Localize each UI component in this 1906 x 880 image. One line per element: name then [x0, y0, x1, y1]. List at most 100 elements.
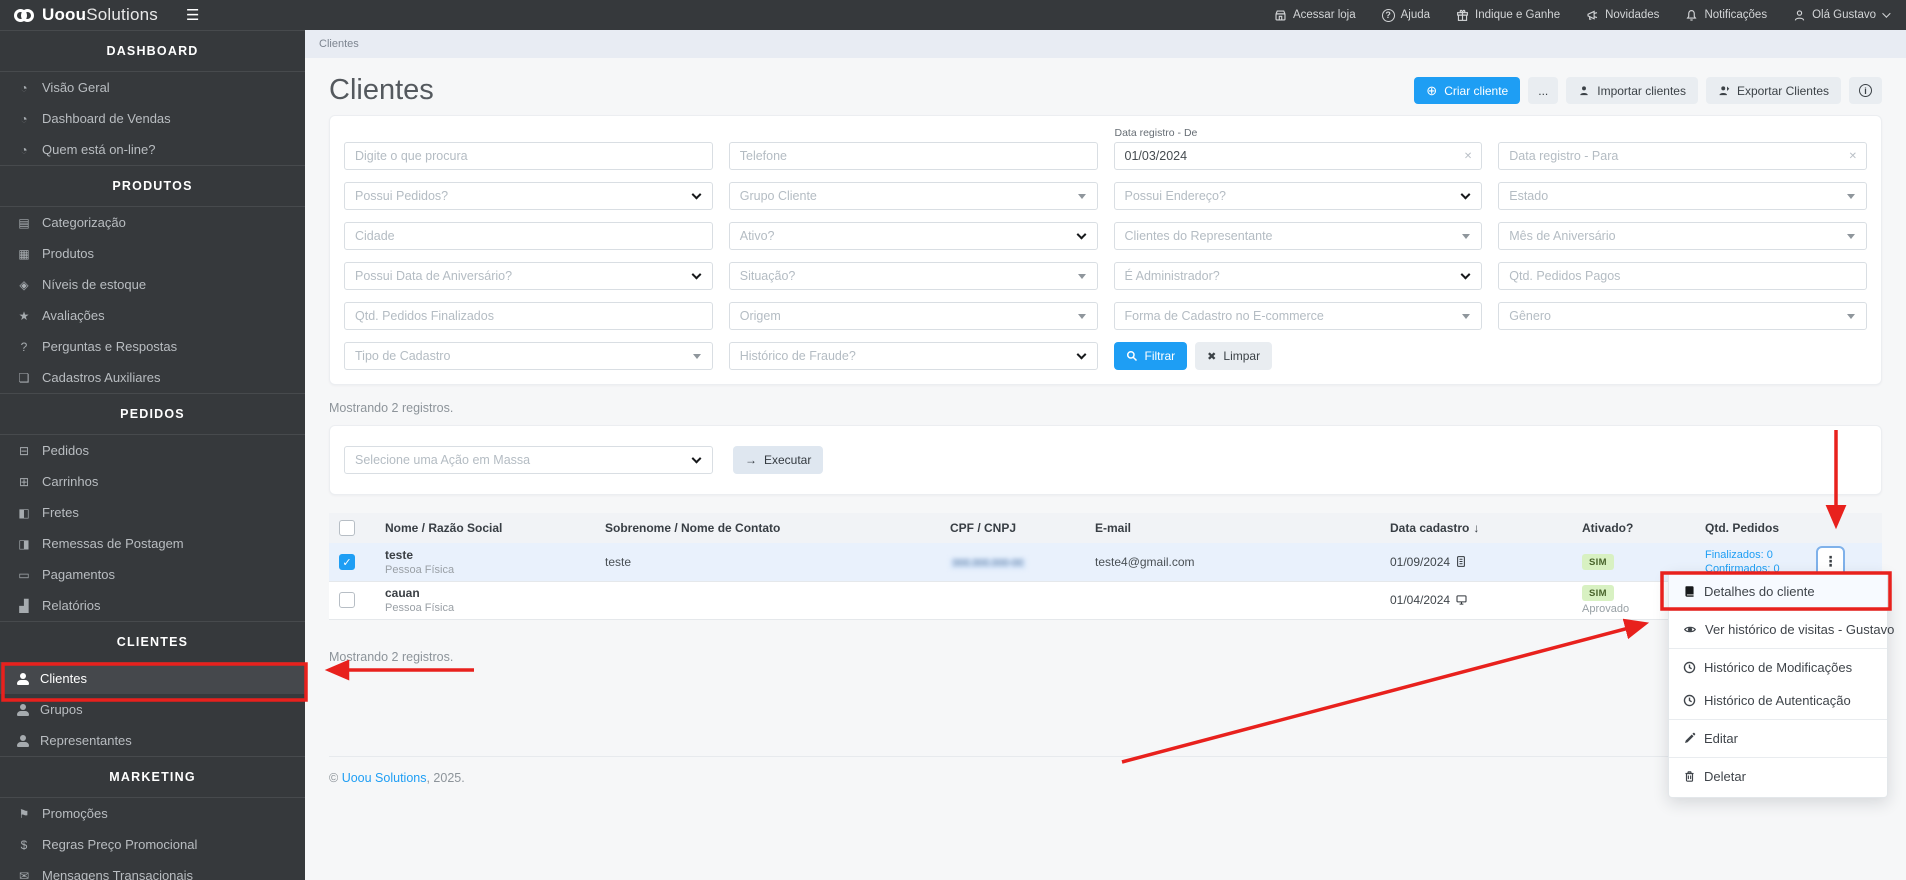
card-icon: ▭ — [18, 567, 30, 582]
sidebar-item-dashboard-vendas[interactable]: ◔ Dashboard de Vendas — [0, 103, 305, 134]
orders-links[interactable]: Finalizados: 0 Confirmados: 0 — [1705, 549, 1780, 575]
hamburger-menu-icon[interactable]: ☰ — [186, 6, 199, 24]
box-icon: ▤ — [18, 215, 30, 230]
clear-icon[interactable]: ✕ — [1849, 151, 1857, 162]
dropdown-arrow-icon — [1077, 314, 1086, 319]
sidebar-item-produtos[interactable]: ▦ Produtos — [0, 238, 305, 269]
situation-select[interactable]: Situação? — [728, 262, 1098, 290]
finished-orders-input[interactable] — [344, 302, 713, 330]
sidebar-item-visao-geral[interactable]: ◔ Visão Geral — [0, 72, 305, 103]
topbar-item-notifications[interactable]: Notificações — [1685, 9, 1767, 22]
menu-item-editar[interactable]: Editar — [1669, 722, 1887, 755]
birth-month-select[interactable]: Mês de Aniversário — [1498, 222, 1867, 250]
table-row[interactable]: ✓ teste Pessoa Física teste 000.000.000-0… — [329, 543, 1882, 581]
sidebar-item-perguntas[interactable]: ? Perguntas e Respostas — [0, 331, 305, 362]
x-icon: ✖ — [1207, 350, 1217, 363]
menu-item-detalhes[interactable]: Detalhes do cliente — [1669, 575, 1887, 608]
menu-item-deletar[interactable]: Deletar — [1669, 760, 1887, 793]
col-header-nome[interactable]: Nome / Razão Social — [375, 513, 595, 543]
col-header-ativado[interactable]: Ativado? — [1572, 513, 1695, 543]
sidebar-item-categorizacao[interactable]: ▤ Categorização — [0, 207, 305, 238]
date-to-input[interactable]: Data registro - Para ✕ — [1498, 142, 1867, 170]
menu-item-historico-modificacoes[interactable]: Histórico de Modificações — [1669, 651, 1887, 684]
sidebar-item-regras-preco[interactable]: $ Regras Preço Promocional — [0, 829, 305, 860]
topbar-item-user[interactable]: Olá Gustavo — [1793, 9, 1891, 22]
date-from-input[interactable]: 01/03/2024 ✕ — [1113, 142, 1483, 170]
sidebar-item-remessas[interactable]: ◨ Remessas de Postagem — [0, 528, 305, 559]
city-input[interactable] — [344, 222, 713, 250]
store-icon — [1275, 9, 1286, 21]
phone-input[interactable] — [728, 142, 1098, 170]
topbar-item-news[interactable]: Novidades — [1586, 9, 1659, 22]
gauge-icon: ◔ — [20, 142, 28, 157]
cpf-redacted: 000.000.000-00 — [950, 557, 1027, 569]
create-client-button[interactable]: ⊕ Criar cliente — [1414, 77, 1521, 104]
sidebar-item-representantes[interactable]: Representantes — [0, 725, 305, 756]
sidebar-section-pedidos: PEDIDOS — [0, 393, 305, 435]
paid-orders-input[interactable] — [1498, 262, 1867, 290]
clock-icon — [1683, 694, 1696, 707]
import-clients-button[interactable]: Importar clientes — [1566, 77, 1698, 104]
is-admin-select[interactable]: É Administrador? — [1113, 262, 1483, 290]
filter-button[interactable]: Filtrar — [1113, 342, 1188, 370]
topbar-item-referral[interactable]: Indique e Ganhe — [1456, 9, 1560, 22]
table-row[interactable]: cauan Pessoa Física 01/04/2024 SIM Aprovad… — [329, 581, 1882, 619]
bulk-action-select[interactable]: Selecione uma Ação em Massa — [344, 446, 713, 474]
has-address-select[interactable]: Possui Endereço? — [1113, 182, 1483, 210]
col-header-data-cadastro[interactable]: Data cadastro ↓ — [1380, 513, 1572, 543]
row-checkbox[interactable] — [339, 592, 355, 608]
chevron-down-icon — [1460, 189, 1471, 200]
sidebar-item-clientes[interactable]: Clientes — [0, 663, 305, 694]
sidebar-item-relatorios[interactable]: ▟ Relatórios — [0, 590, 305, 621]
select-all-checkbox[interactable] — [339, 520, 355, 536]
info-icon: i — [1859, 84, 1872, 97]
orders-finalizados-link[interactable]: Finalizados: 0 — [1705, 549, 1780, 561]
sidebar-item-avaliacoes[interactable]: ★ Avaliações — [0, 300, 305, 331]
client-group-select[interactable]: Grupo Cliente — [728, 182, 1098, 210]
app-logo[interactable]: UoouSolutions — [0, 5, 158, 25]
menu-item-ver-historico-visitas[interactable]: Ver histórico de visitas - Gustavo — [1669, 613, 1894, 646]
execute-button[interactable]: → Executar — [733, 446, 824, 474]
signup-form-select[interactable]: Forma de Cadastro no E-commerce — [1113, 302, 1483, 330]
col-header-email[interactable]: E-mail — [1085, 513, 1380, 543]
gender-select[interactable]: Gênero — [1498, 302, 1867, 330]
topbar-item-help[interactable]: ? Ajuda — [1381, 8, 1430, 22]
more-actions-button[interactable]: ... — [1528, 77, 1559, 104]
has-orders-select[interactable]: Possui Pedidos? — [344, 182, 713, 210]
export-clients-button[interactable]: Exportar Clientes — [1705, 77, 1841, 104]
clear-icon[interactable]: ✕ — [1464, 151, 1472, 162]
sidebar-item-mensagens[interactable]: ✉ Mensagens Transacionais — [0, 860, 305, 880]
sidebar-item-fretes[interactable]: ◧ Fretes — [0, 497, 305, 528]
state-select[interactable]: Estado — [1498, 182, 1867, 210]
origin-select[interactable]: Origem — [728, 302, 1098, 330]
dropdown-arrow-icon — [1847, 314, 1855, 319]
topbar-item-label: Indique e Ganhe — [1475, 9, 1561, 21]
import-user-icon — [1580, 85, 1588, 95]
sidebar-item-carrinhos[interactable]: ⊞ Carrinhos — [0, 466, 305, 497]
uoou-solutions-link[interactable]: Uoou Solutions — [342, 771, 427, 785]
has-birthday-select[interactable]: Possui Data de Aniversário? — [344, 262, 713, 290]
sidebar-item-pagamentos[interactable]: ▭ Pagamentos — [0, 559, 305, 590]
sidebar-section-dashboard: DASHBOARD — [0, 30, 305, 72]
sidebar-item-quem-esta-online[interactable]: ◔ Quem está on-line? — [0, 134, 305, 165]
clear-filters-button[interactable]: ✖ Limpar — [1195, 342, 1273, 370]
sidebar-item-niveis-estoque[interactable]: ◈ Níveis de estoque — [0, 269, 305, 300]
sidebar-item-grupos[interactable]: Grupos — [0, 694, 305, 725]
sidebar-item-cadastros-auxiliares[interactable]: ❏ Cadastros Auxiliares — [0, 362, 305, 393]
active-select[interactable]: Ativo? — [728, 222, 1098, 250]
col-header-sobrenome[interactable]: Sobrenome / Nome de Contato — [595, 513, 940, 543]
search-input[interactable] — [344, 142, 713, 170]
rep-clients-select[interactable]: Clientes do Representante — [1113, 222, 1483, 250]
sidebar-item-promocoes[interactable]: ⚑ Promoções — [0, 798, 305, 829]
col-header-qtd-pedidos[interactable]: Qtd. Pedidos — [1695, 513, 1882, 543]
topbar-item-store[interactable]: Acessar loja — [1274, 9, 1356, 22]
dollar-icon: $ — [20, 837, 28, 852]
register-type-select[interactable]: Tipo de Cadastro — [344, 342, 713, 370]
chart-icon: ▟ — [19, 598, 29, 613]
menu-item-historico-autenticacao[interactable]: Histórico de Autenticação — [1669, 684, 1887, 717]
col-header-cpf[interactable]: CPF / CNPJ — [940, 513, 1085, 543]
row-checkbox[interactable]: ✓ — [339, 553, 355, 570]
info-button[interactable]: i — [1849, 77, 1882, 104]
sidebar-item-pedidos[interactable]: ⊟ Pedidos — [0, 435, 305, 466]
fraud-history-select[interactable]: Histórico de Fraude? — [728, 342, 1098, 370]
